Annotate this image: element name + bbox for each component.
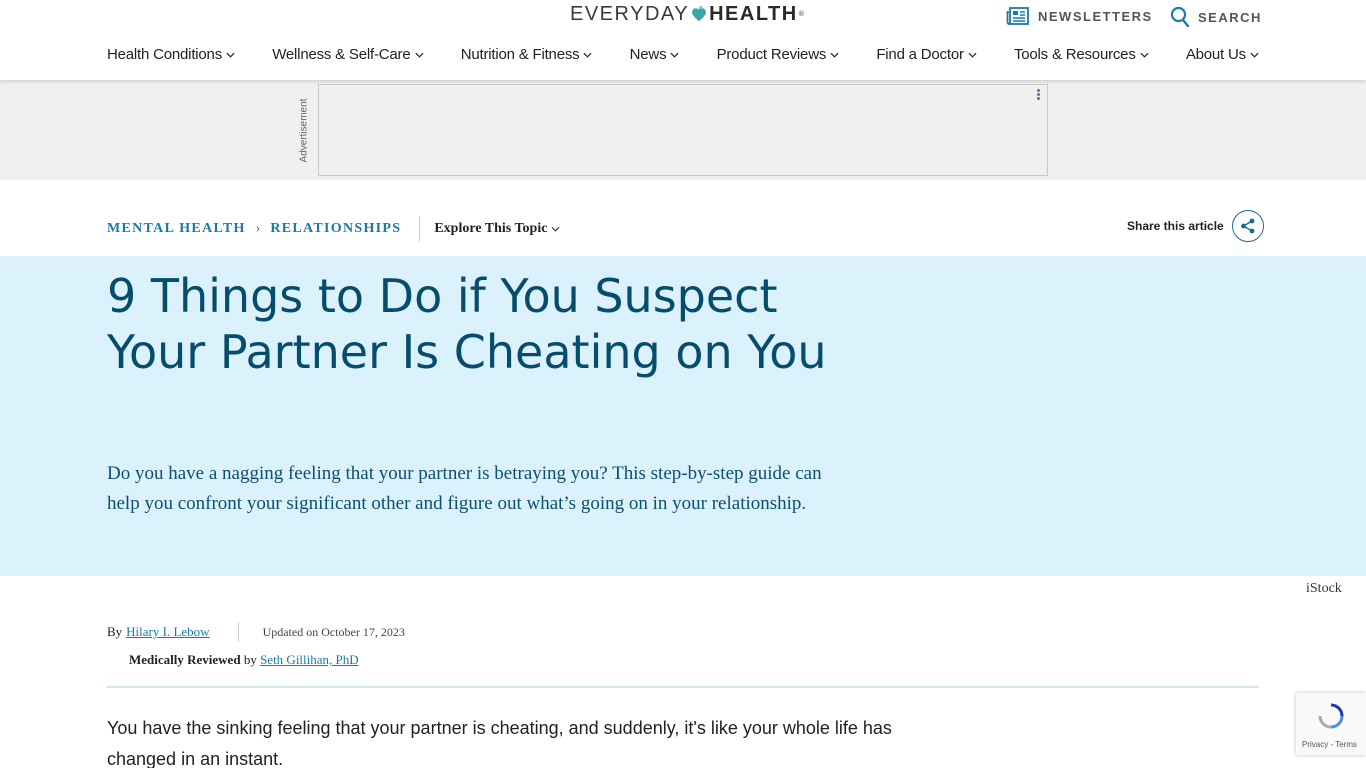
nav-nutrition-fitness[interactable]: Nutrition & Fitness: [461, 46, 593, 63]
share-icon: [1240, 218, 1255, 234]
chevron-down-icon: [226, 52, 235, 58]
share-article: Share this article: [1127, 210, 1264, 242]
nav-product-reviews[interactable]: Product Reviews: [717, 46, 840, 63]
article-hero: 9 Things to Do if You Suspect Your Partn…: [0, 256, 1366, 576]
nav-label: Wellness & Self-Care: [272, 46, 411, 63]
search-button[interactable]: SEARCH: [1170, 6, 1262, 28]
byline-rule: [107, 686, 1259, 688]
ad-label: Advertisement: [289, 94, 319, 166]
site-header: EVERYDAY HEALTH ® NEWSLETTERS SEARCH Hea…: [0, 0, 1366, 80]
nav-label: About Us: [1185, 46, 1246, 63]
byline-prefix: By: [107, 624, 123, 639]
chevron-down-icon: [1140, 52, 1149, 58]
recaptcha-privacy-link[interactable]: Privacy: [1302, 740, 1328, 749]
newspaper-icon: [1006, 7, 1029, 25]
chevron-down-icon: [583, 52, 592, 58]
share-button[interactable]: [1231, 210, 1264, 242]
reviewed-by-text: by: [243, 652, 257, 667]
chevron-down-icon: [670, 52, 679, 58]
search-icon: [1170, 6, 1190, 28]
chevron-down-icon: [1250, 52, 1259, 58]
chevron-down-icon: [830, 52, 839, 58]
breadcrumb: MENTAL HEALTH › RELATIONSHIPS Explore Th…: [107, 216, 560, 242]
nav-label: News: [629, 46, 667, 63]
explore-topic-label: Explore This Topic: [434, 221, 548, 236]
nav-wellness-self-care[interactable]: Wellness & Self-Care: [272, 46, 424, 63]
newsletters-link[interactable]: NEWSLETTERS: [1006, 6, 1153, 26]
logo-health-text: HEALTH: [709, 2, 798, 25]
recaptcha-links: Privacy - Terms: [1302, 740, 1357, 749]
search-label: SEARCH: [1198, 9, 1262, 25]
byline-divider: [237, 622, 239, 642]
article-first-paragraph: You have the sinking feeling that your p…: [107, 718, 892, 768]
nav-news[interactable]: News: [630, 46, 680, 63]
site-logo[interactable]: EVERYDAY HEALTH ®: [570, 2, 805, 26]
share-label: Share this article: [1127, 219, 1224, 233]
logo-trademark: ®: [798, 10, 806, 18]
nav-label: Nutrition & Fitness: [460, 46, 580, 63]
nav-label: Find a Doctor: [876, 46, 964, 63]
chevron-down-icon: [968, 52, 977, 58]
recaptcha-badge[interactable]: Privacy - Terms: [1296, 693, 1366, 755]
nav-about-us[interactable]: About Us: [1186, 46, 1259, 63]
recaptcha-logo-icon: [1318, 703, 1344, 729]
nav-find-a-doctor[interactable]: Find a Doctor: [876, 46, 977, 63]
breadcrumb-divider: [419, 216, 421, 242]
image-credit: iStock: [1306, 581, 1342, 596]
updated-date: Updated on October 17, 2023: [262, 624, 405, 639]
nav-label: Tools & Resources: [1013, 46, 1136, 63]
byline: By Hilary I. Lebow Updated on October 17…: [107, 622, 405, 642]
chevron-down-icon: [551, 226, 560, 232]
article-dek: Do you have a nagging feeling that your …: [107, 463, 822, 514]
ad-band: Advertisement: [0, 80, 1366, 180]
nav-tools-resources[interactable]: Tools & Resources: [1014, 46, 1149, 63]
newsletters-label: NEWSLETTERS: [1038, 8, 1153, 24]
breadcrumb-relationships[interactable]: RELATIONSHIPS: [270, 221, 401, 237]
ad-slot[interactable]: [318, 84, 1048, 176]
apple-heart-icon: [692, 5, 707, 22]
chevron-right-icon: ›: [255, 221, 261, 236]
ad-label-text: Advertisement: [298, 98, 310, 162]
medical-review: Medically Reviewed by Seth Gillihan, PhD: [129, 652, 359, 668]
logo-everyday-text: EVERYDAY: [570, 2, 690, 25]
nav-health-conditions[interactable]: Health Conditions: [107, 46, 235, 63]
recaptcha-terms-link[interactable]: Terms: [1335, 740, 1357, 749]
nav-label: Health Conditions: [107, 46, 223, 63]
chevron-down-icon: [414, 52, 424, 58]
breadcrumb-mental-health[interactable]: MENTAL HEALTH: [107, 221, 246, 237]
main-nav: Health Conditions Wellness & Self-Care N…: [107, 46, 1259, 63]
author-link[interactable]: Hilary I. Lebow: [126, 624, 209, 640]
nav-label: Product Reviews: [716, 46, 827, 63]
ad-options-icon[interactable]: [1037, 89, 1041, 101]
article-title: 9 Things to Do if You Suspect Your Partn…: [107, 269, 827, 379]
explore-topic-dropdown[interactable]: Explore This Topic: [434, 221, 560, 237]
reviewer-link[interactable]: Seth Gillihan, PhD: [260, 652, 359, 667]
reviewed-label: Medically Reviewed: [129, 652, 241, 667]
